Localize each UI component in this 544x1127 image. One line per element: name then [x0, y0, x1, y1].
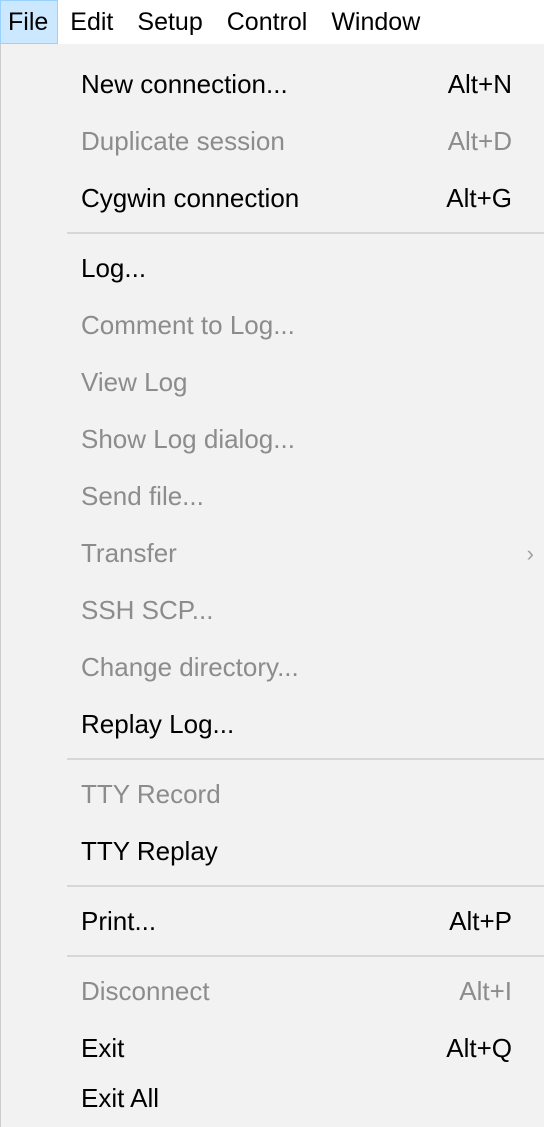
menubar-edit[interactable]: Edit	[58, 0, 125, 44]
menu-item-label: Replay Log...	[81, 709, 235, 739]
menu-separator	[67, 758, 544, 760]
menu-item-shortcut: Alt+N	[447, 69, 512, 99]
menu-item-tty-replay[interactable]: TTY Replay	[1, 823, 544, 880]
menubar-file[interactable]: File	[0, 0, 59, 44]
file-menu-dropdown: New connection... Alt+N Duplicate sessio…	[0, 44, 544, 1127]
menu-item-comment-to-log[interactable]: Comment to Log...	[1, 297, 544, 354]
menubar-setup[interactable]: Setup	[125, 0, 214, 44]
menu-item-label: Send file...	[81, 481, 204, 511]
menu-item-label: SSH SCP...	[81, 595, 214, 625]
menu-item-label: Show Log dialog...	[81, 424, 295, 454]
menu-item-label: Duplicate session	[81, 126, 285, 156]
menu-item-exit-all[interactable]: Exit All	[1, 1070, 544, 1127]
menu-item-new-connection[interactable]: New connection... Alt+N	[1, 56, 544, 113]
menu-item-duplicate-session[interactable]: Duplicate session Alt+D	[1, 113, 544, 170]
menu-item-label: Transfer	[81, 538, 177, 568]
menu-item-shortcut: Alt+D	[447, 126, 512, 156]
menu-item-replay-log[interactable]: Replay Log...	[1, 696, 544, 753]
menu-item-transfer[interactable]: Transfer ›	[1, 525, 544, 582]
menu-item-cygwin-connection[interactable]: Cygwin connection Alt+G	[1, 170, 544, 227]
menu-item-disconnect[interactable]: Disconnect Alt+I	[1, 963, 544, 1020]
menu-item-send-file[interactable]: Send file...	[1, 468, 544, 525]
menu-item-ssh-scp[interactable]: SSH SCP...	[1, 582, 544, 639]
menu-item-exit[interactable]: Exit Alt+Q	[1, 1020, 544, 1077]
menu-item-label: Exit All	[81, 1083, 160, 1113]
menu-separator	[67, 232, 544, 234]
menu-item-label: Comment to Log...	[81, 310, 295, 340]
menu-item-label: Cygwin connection	[81, 183, 300, 213]
menu-item-label: TTY Replay	[81, 836, 218, 866]
menu-item-print[interactable]: Print... Alt+P	[1, 893, 544, 950]
menu-item-label: Change directory...	[81, 652, 299, 682]
menu-item-show-log-dialog[interactable]: Show Log dialog...	[1, 411, 544, 468]
menu-item-log[interactable]: Log...	[1, 240, 544, 297]
menu-bar: File Edit Setup Control Window	[0, 0, 544, 44]
menu-item-shortcut: Alt+I	[459, 976, 512, 1006]
menu-item-tty-record[interactable]: TTY Record	[1, 766, 544, 823]
menu-item-change-directory[interactable]: Change directory...	[1, 639, 544, 696]
menu-item-label: New connection...	[81, 69, 288, 99]
chevron-right-icon: ›	[526, 541, 534, 566]
menu-item-view-log[interactable]: View Log	[1, 354, 544, 411]
menubar-window[interactable]: Window	[319, 0, 432, 44]
menu-item-label: TTY Record	[81, 779, 221, 809]
menu-item-label: View Log	[81, 367, 188, 397]
menu-item-shortcut: Alt+Q	[446, 1033, 512, 1063]
menu-item-label: Exit	[81, 1033, 125, 1063]
menubar-control[interactable]: Control	[215, 0, 320, 44]
menu-separator	[67, 885, 544, 887]
menu-item-label: Log...	[81, 253, 147, 283]
menu-separator	[67, 955, 544, 957]
menu-item-shortcut: Alt+P	[449, 906, 512, 936]
menu-item-shortcut: Alt+G	[446, 183, 512, 213]
menu-item-label: Print...	[81, 906, 157, 936]
menu-item-label: Disconnect	[81, 976, 210, 1006]
